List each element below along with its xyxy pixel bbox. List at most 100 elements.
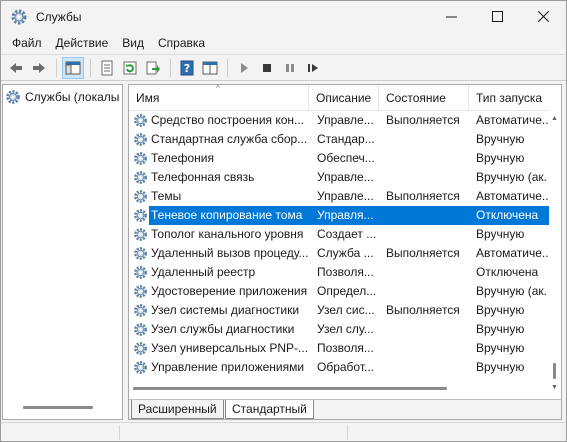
column-header-description[interactable]: Описание [309,85,379,111]
services-rows: Средство построения кон... Управле... Выпо… [129,111,549,377]
service-description: Позволя... [317,341,374,355]
stop-service-button[interactable] [256,57,278,79]
service-status [386,225,470,244]
service-row[interactable]: Удостоверение приложения Определ... Вручну… [129,282,549,301]
svg-text:?: ? [184,62,190,75]
menu-bar: Файл Действие Вид Справка [1,33,566,53]
scroll-up-icon[interactable]: ▲ [551,115,558,122]
pause-icon [286,63,294,72]
toolbar-separator [90,58,91,77]
service-row[interactable]: Удаленный вызов процеду... Служба ... Выпо… [129,244,549,263]
start-service-button[interactable] [233,57,255,79]
service-name: Темы [151,189,182,203]
maximize-button[interactable] [474,1,520,31]
column-header-startup-type[interactable]: Тип запуска [469,85,549,111]
service-gear-icon [134,209,147,222]
menu-action[interactable]: Действие [49,33,116,53]
window-title: Службы [36,10,82,24]
restart-icon [308,63,318,72]
service-row[interactable]: Средство построения кон... Управле... Выпо… [129,111,549,130]
service-gear-icon [134,171,147,184]
service-description: Управле... [317,170,374,184]
vertical-scroll-thumb[interactable] [553,363,556,379]
column-header-label: Тип запуска [476,91,543,105]
console-tree-button[interactable] [62,56,84,79]
menu-help[interactable]: Справка [151,33,212,53]
tab-extended[interactable]: Расширенный [131,400,224,419]
service-row[interactable]: Управление приложениями Обработ... Вручную [129,358,549,377]
service-startup-type: Вручную [476,151,525,165]
forward-icon [33,62,45,73]
service-startup-type: Вручную [476,360,525,374]
toolbar: ? [1,54,566,81]
properties-button[interactable] [96,57,118,79]
back-button[interactable] [5,57,27,79]
sort-ascending-icon: ^ [216,85,220,93]
properties-icon [101,60,113,75]
tree-horizontal-scrollbar[interactable] [23,406,93,409]
service-status [386,168,470,187]
service-description: Обеспеч... [317,151,375,165]
tree-item-services-local[interactable]: Службы (локалы [5,88,119,106]
list-header: Имя ^ Описание Состояние Тип запуска [129,85,549,111]
gear-icon [6,90,20,104]
title-bar[interactable]: Службы [1,1,566,33]
service-name: Средство построения кон... [151,113,305,127]
service-description: Стандар... [317,132,375,146]
service-name: Управление приложениями [151,360,305,374]
service-row[interactable]: Тополог канального уровня Создает ... Вруч… [129,225,549,244]
service-gear-icon [134,152,147,165]
service-gear-icon [134,133,147,146]
service-row[interactable]: Узел универсальных PNP-... Позволя... Вруч… [129,339,549,358]
service-name: Телефонная связь [151,170,255,184]
service-startup-type: Вручную (ак. [476,284,548,298]
service-row[interactable]: Телефонная связь Управле... Вручную (ак. [129,168,549,187]
menu-file[interactable]: Файл [5,33,49,53]
vertical-scrollbar[interactable]: ▲ ▼ [549,111,561,393]
service-startup-type: Отключена [476,265,539,279]
service-startup-type: Вручную [476,303,525,317]
tab-standard[interactable]: Стандартный [225,400,314,419]
service-row[interactable]: Стандартная служба сбор... Стандар... Вруч… [129,130,549,149]
view-tabs: Расширенный Стандартный [129,399,561,419]
service-status [386,206,470,225]
scroll-down-icon[interactable]: ▼ [551,384,558,391]
service-status: Выполняется [386,303,460,317]
service-status [386,320,470,339]
service-description: Узел слу... [317,322,374,336]
pause-service-button[interactable] [279,57,301,79]
service-row[interactable]: Удаленный реестр Позволя... Отключена [129,263,549,282]
service-description: Управле... [317,113,374,127]
service-description: Создает ... [317,227,377,241]
menu-view[interactable]: Вид [115,33,151,53]
column-header-label: Описание [316,91,372,105]
horizontal-scroll-thumb[interactable] [133,387,447,390]
gear-icon [11,9,27,25]
service-name: Узел универсальных PNP-... [151,341,308,355]
close-button[interactable] [520,1,566,31]
service-status: Выполняется [386,189,460,203]
console-tree-pane[interactable]: Службы (локалы [2,84,123,420]
stop-icon [263,63,271,72]
column-header-status[interactable]: Состояние [379,85,469,111]
service-row[interactable]: Темы Управле... Выполняется Автоматиче... [129,187,549,206]
service-row[interactable]: Теневое копирование тома Управля... Отключ… [129,206,549,225]
service-name: Тополог канального уровня [151,227,304,241]
refresh-button[interactable] [119,57,141,79]
service-row[interactable]: Телефония Обеспеч... Вручную [129,149,549,168]
service-row[interactable]: Узел службы диагностики Узел слу... Вручну… [129,320,549,339]
view-button[interactable] [199,57,221,79]
export-button[interactable] [142,57,164,79]
horizontal-scrollbar[interactable] [129,383,549,393]
help-button[interactable]: ? [176,57,198,79]
back-icon [10,62,22,73]
forward-button[interactable] [28,57,50,79]
service-name: Узел службы диагностики [151,322,295,336]
minimize-button[interactable] [428,1,474,31]
service-description: Обработ... [317,360,375,374]
service-startup-type: Вручную [476,132,525,146]
restart-service-button[interactable] [302,57,324,79]
service-description: Управля... [317,208,374,222]
service-row[interactable]: Узел системы диагностики Узел сис... Выпол… [129,301,549,320]
column-header-name[interactable]: Имя ^ [129,85,309,111]
